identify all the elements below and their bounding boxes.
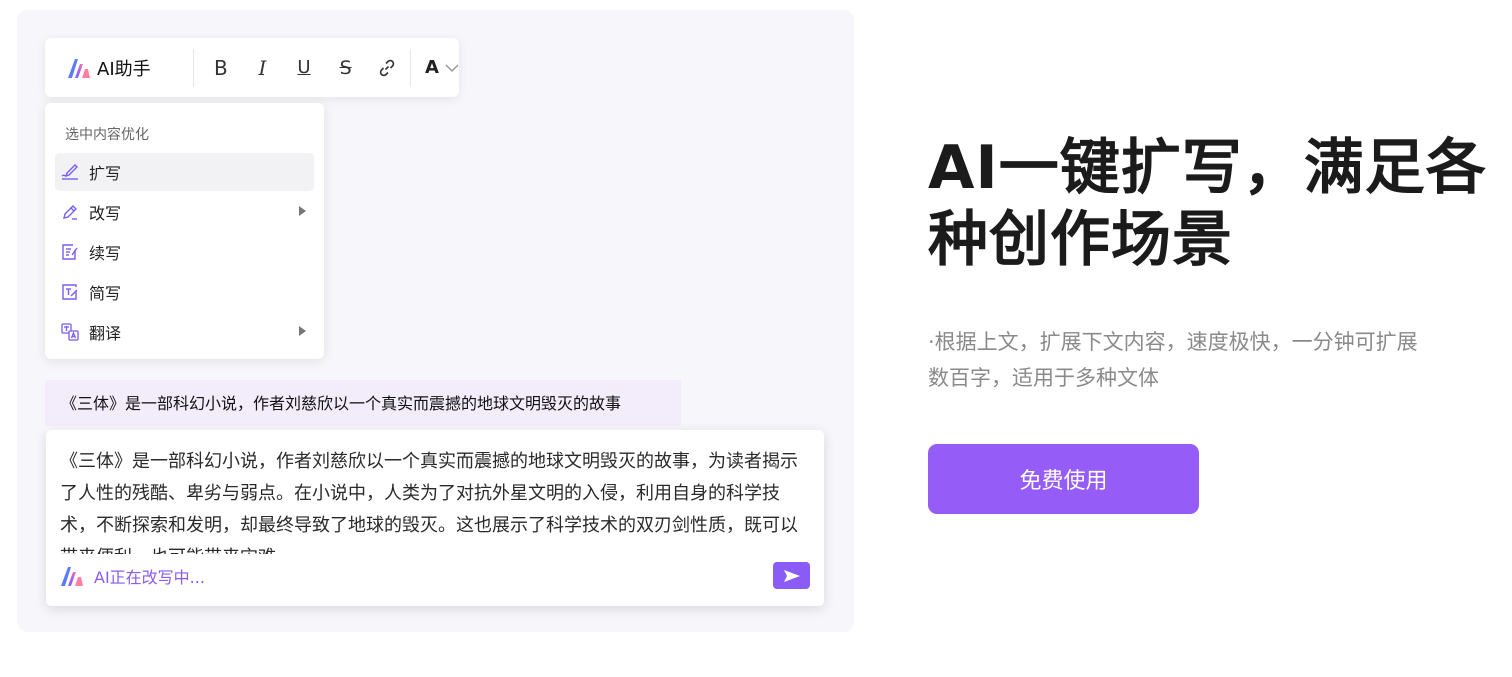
menu-item-label: 续写	[89, 244, 122, 263]
bold-button[interactable]: B	[200, 38, 242, 97]
submenu-arrow-icon	[299, 206, 306, 216]
ai-logo-icon	[68, 58, 90, 78]
hero-title: AI一键扩写，满足各 种创作场景	[928, 132, 1488, 276]
link-icon	[380, 59, 395, 76]
underline-icon: U	[297, 57, 311, 78]
format-toolbar: AI助手 B I U S A	[45, 38, 459, 97]
menu-item-label: 改写	[89, 204, 122, 223]
italic-icon: I	[258, 55, 267, 80]
ai-optimize-menu: 选中内容优化 扩写 改写 续写 简写 翻译	[45, 103, 324, 359]
ai-logo-icon	[61, 567, 83, 586]
expand-pen-icon	[61, 163, 79, 181]
menu-item-rewrite[interactable]: 改写	[55, 193, 314, 231]
submenu-arrow-icon	[299, 326, 306, 336]
ai-status-bar: AI正在改写中...	[60, 564, 205, 588]
italic-button[interactable]: I	[242, 38, 284, 97]
simplify-doc-icon	[61, 283, 79, 301]
toolbar-divider	[410, 48, 412, 87]
menu-item-label: 简写	[89, 284, 122, 303]
continue-doc-icon	[61, 243, 79, 261]
text-color-button[interactable]: A	[413, 57, 459, 78]
pencil-icon	[61, 203, 79, 221]
menu-item-expand[interactable]: 扩写	[55, 153, 314, 191]
free-use-button[interactable]: 免费使用	[928, 444, 1199, 514]
toolbar-divider	[193, 48, 194, 87]
hero-description: ·根据上文，扩展下文内容，速度极快，一分钟可扩展数百字，适用于多种文体	[928, 330, 1418, 390]
menu-item-label: 翻译	[89, 324, 122, 343]
send-icon	[783, 569, 800, 582]
ai-result-card: 《三体》是一部科幻小说，作者刘慈欣以一个真实而震撼的地球文明毁灭的故事，为读者揭…	[46, 430, 824, 606]
chevron-down-icon	[445, 63, 459, 72]
bold-icon: B	[213, 55, 228, 80]
hero-title-line-2: 种创作场景	[928, 205, 1233, 275]
menu-item-translate[interactable]: 翻译	[55, 313, 314, 351]
ai-assistant-button[interactable]: AI助手	[45, 38, 174, 97]
selected-text-highlight[interactable]: 《三体》是一部科幻小说，作者刘慈欣以一个真实而震撼的地球文明毁灭的故事	[45, 380, 681, 426]
link-button[interactable]	[366, 38, 408, 97]
strikethrough-button[interactable]: S	[325, 38, 367, 97]
menu-item-label: 扩写	[89, 164, 122, 183]
ai-assistant-label: AI助手	[97, 58, 151, 80]
text-color-icon: A	[425, 57, 439, 78]
menu-item-simplify[interactable]: 简写	[55, 273, 314, 311]
translate-icon	[61, 323, 79, 341]
send-button[interactable]	[773, 562, 810, 589]
ai-status-text: AI正在改写中...	[94, 568, 205, 587]
strikethrough-icon: S	[339, 56, 352, 79]
underline-button[interactable]: U	[283, 38, 325, 97]
ai-result-text: 《三体》是一部科幻小说，作者刘慈欣以一个真实而震撼的地球文明毁灭的故事，为读者揭…	[60, 451, 798, 554]
menu-heading: 选中内容优化	[65, 127, 149, 143]
hero-title-line-1: AI一键扩写，满足各	[928, 133, 1487, 203]
menu-item-continue[interactable]: 续写	[55, 233, 314, 271]
